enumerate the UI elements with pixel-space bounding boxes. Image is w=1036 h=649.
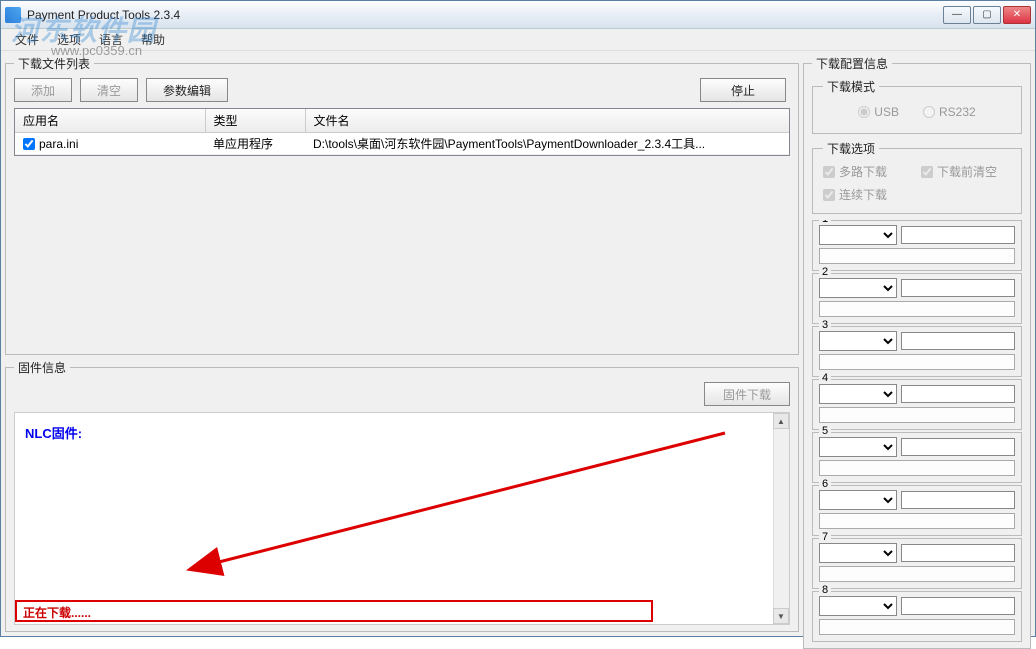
slot-status — [819, 460, 1015, 476]
annotation-arrow — [185, 423, 745, 583]
file-table[interactable]: 应用名 类型 文件名 para.ini 单应用程序 D:\tools\桌面\河东… — [14, 108, 790, 156]
slot-status — [819, 619, 1015, 635]
slot-4: 4 — [812, 379, 1022, 430]
slot-select[interactable] — [819, 384, 897, 404]
config-legend: 下载配置信息 — [812, 55, 892, 72]
slot-5: 5 — [812, 432, 1022, 483]
menu-file[interactable]: 文件 — [7, 29, 47, 50]
titlebar: Payment Product Tools 2.3.4 — ▢ ✕ — [1, 1, 1035, 29]
slot-number: 5 — [819, 425, 831, 437]
slot-8: 8 — [812, 591, 1022, 642]
slot-number: 6 — [819, 478, 831, 490]
app-icon — [5, 7, 21, 23]
slot-status — [819, 513, 1015, 529]
mode-legend: 下载模式 — [823, 78, 879, 95]
col-filename[interactable]: 文件名 — [305, 109, 789, 133]
add-button[interactable]: 添加 — [14, 78, 72, 102]
slot-status — [819, 248, 1015, 264]
firmware-group: 固件信息 固件下载 NLC固件: ▲ ▼ — [5, 359, 799, 632]
slot-2: 2 — [812, 273, 1022, 324]
slot-progress — [901, 385, 1015, 403]
slot-select[interactable] — [819, 437, 897, 457]
options-group: 下载选项 多路下载 下载前清空 连续下载 — [812, 140, 1022, 214]
table-row[interactable]: para.ini 单应用程序 D:\tools\桌面\河东软件园\Payment… — [15, 133, 789, 155]
slot-progress — [901, 332, 1015, 350]
slot-progress — [901, 597, 1015, 615]
filelist-legend: 下载文件列表 — [14, 55, 94, 72]
slot-number: 1 — [819, 220, 831, 225]
row-type: 单应用程序 — [205, 133, 305, 155]
filelist-group: 下载文件列表 添加 清空 参数编辑 停止 应用名 类型 文件名 — [5, 55, 799, 355]
firmware-download-button[interactable]: 固件下载 — [704, 382, 790, 406]
slot-select[interactable] — [819, 225, 897, 245]
params-button[interactable]: 参数编辑 — [146, 78, 228, 102]
slot-select[interactable] — [819, 278, 897, 298]
minimize-button[interactable]: — — [943, 6, 971, 24]
slot-select[interactable] — [819, 596, 897, 616]
row-app: para.ini — [39, 137, 78, 151]
menu-options[interactable]: 选项 — [49, 29, 89, 50]
slot-status — [819, 354, 1015, 370]
row-filename: D:\tools\桌面\河东软件园\PaymentTools\PaymentDo… — [305, 133, 789, 155]
menu-help[interactable]: 帮助 — [133, 29, 173, 50]
slot-3: 3 — [812, 326, 1022, 377]
slot-progress — [901, 226, 1015, 244]
slot-number: 3 — [819, 319, 831, 331]
slot-select[interactable] — [819, 490, 897, 510]
status-box: 正在下载...... — [15, 600, 653, 622]
row-checkbox[interactable] — [23, 138, 35, 150]
config-group: 下载配置信息 下载模式 USB RS232 下载选项 多路下载 下载前清空 连续… — [803, 55, 1031, 649]
stop-button[interactable]: 停止 — [700, 78, 786, 102]
close-button[interactable]: ✕ — [1003, 6, 1031, 24]
check-continuous[interactable]: 连续下载 — [823, 186, 913, 203]
scroll-up-icon[interactable]: ▲ — [773, 413, 789, 429]
slot-status — [819, 407, 1015, 423]
slot-select[interactable] — [819, 331, 897, 351]
slot-progress — [901, 279, 1015, 297]
menubar: 文件 选项 语言 帮助 — [1, 29, 1035, 51]
options-legend: 下载选项 — [823, 140, 879, 157]
status-text: 正在下载...... — [23, 606, 91, 620]
maximize-button[interactable]: ▢ — [973, 6, 1001, 24]
check-multi[interactable]: 多路下载 — [823, 163, 913, 180]
slot-status — [819, 301, 1015, 317]
slot-select[interactable] — [819, 543, 897, 563]
check-clear-before[interactable]: 下载前清空 — [921, 163, 1011, 180]
slot-progress — [901, 544, 1015, 562]
firmware-legend: 固件信息 — [14, 359, 70, 376]
col-type[interactable]: 类型 — [205, 109, 305, 133]
scrollbar[interactable]: ▲ ▼ — [773, 413, 789, 624]
slot-progress — [901, 491, 1015, 509]
slot-number: 4 — [819, 372, 831, 384]
firmware-content: NLC固件: ▲ ▼ — [14, 412, 790, 625]
radio-rs232[interactable]: RS232 — [923, 105, 976, 119]
slot-status — [819, 566, 1015, 582]
nlc-firmware-label: NLC固件: — [25, 426, 82, 441]
clear-button[interactable]: 清空 — [80, 78, 138, 102]
scroll-down-icon[interactable]: ▼ — [773, 608, 789, 624]
slot-1: 1 — [812, 220, 1022, 271]
col-app[interactable]: 应用名 — [15, 109, 205, 133]
slot-7: 7 — [812, 538, 1022, 589]
slot-6: 6 — [812, 485, 1022, 536]
mode-group: 下载模式 USB RS232 — [812, 78, 1022, 134]
menu-language[interactable]: 语言 — [91, 29, 131, 50]
slot-progress — [901, 438, 1015, 456]
slot-number: 8 — [819, 584, 831, 596]
window-title: Payment Product Tools 2.3.4 — [27, 8, 943, 22]
slot-number: 2 — [819, 266, 831, 278]
slot-number: 7 — [819, 531, 831, 543]
radio-usb[interactable]: USB — [858, 105, 899, 119]
